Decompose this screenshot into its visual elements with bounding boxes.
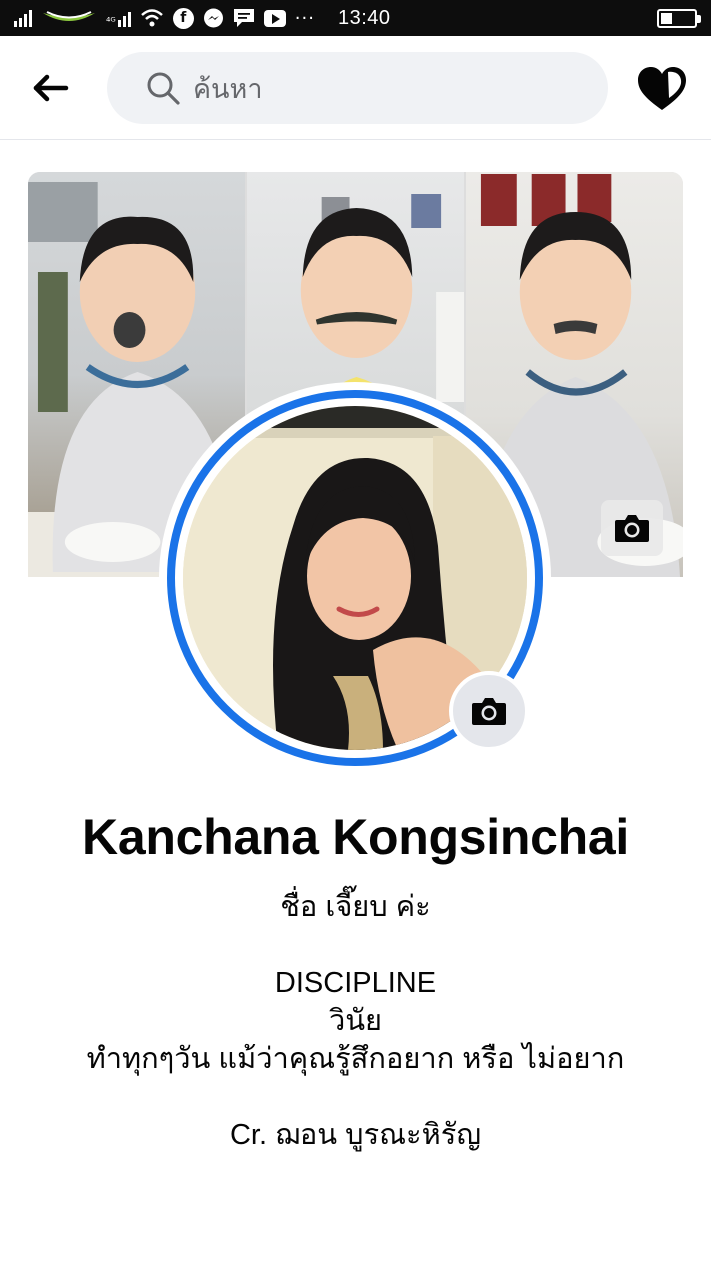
carrier-logo-icon (43, 11, 95, 21)
more-icon: ··· (294, 7, 315, 29)
bio-line: วินัย (328, 1005, 383, 1037)
facebook-icon: f (172, 7, 194, 29)
profile-name: Kanchana Kongsinchai (82, 809, 629, 865)
bio-nickname: ชื่อ เจี๊ยบ ค่ะ (280, 891, 431, 923)
signal-icon (14, 9, 32, 27)
camera-icon (615, 515, 649, 542)
message-icon (233, 9, 254, 27)
youtube-icon (263, 9, 286, 27)
top-app-bar: ค้นหา (0, 36, 711, 140)
battery-icon (657, 9, 701, 28)
status-bar: ⁴ᴳ f ··· 13:40 (0, 0, 711, 36)
bio-line: ทำทุกๆวัน แม้ว่าคุณรู้สึกอยาก หรือ ไม่อย… (86, 1043, 625, 1075)
search-placeholder: ค้นหา (193, 73, 263, 104)
camera-icon (472, 698, 506, 725)
lte-signal-icon: ⁴ᴳ (106, 9, 131, 27)
back-button[interactable] (28, 68, 74, 108)
heart-icon[interactable] (635, 62, 689, 116)
bio-line: DISCIPLINE (274, 967, 437, 999)
arrow-left-icon (33, 74, 69, 102)
search-input[interactable]: ค้นหา (107, 52, 608, 124)
wifi-icon (140, 9, 163, 27)
profile-bio: ชื่อ เจี๊ยบ ค่ะ DISCIPLINE วินัย ทำทุกๆว… (0, 888, 711, 1154)
edit-profile-picture-button[interactable] (449, 671, 529, 751)
edit-cover-photo-button[interactable] (601, 500, 663, 556)
bio-credit: Cr. ฌอน บูรณะหิรัญ (229, 1119, 482, 1151)
search-icon (147, 72, 180, 105)
lte-label: ⁴ᴳ (106, 15, 116, 28)
messenger-icon (203, 8, 223, 27)
status-time: 13:40 (337, 6, 391, 29)
facebook-glyph: f (180, 10, 187, 26)
